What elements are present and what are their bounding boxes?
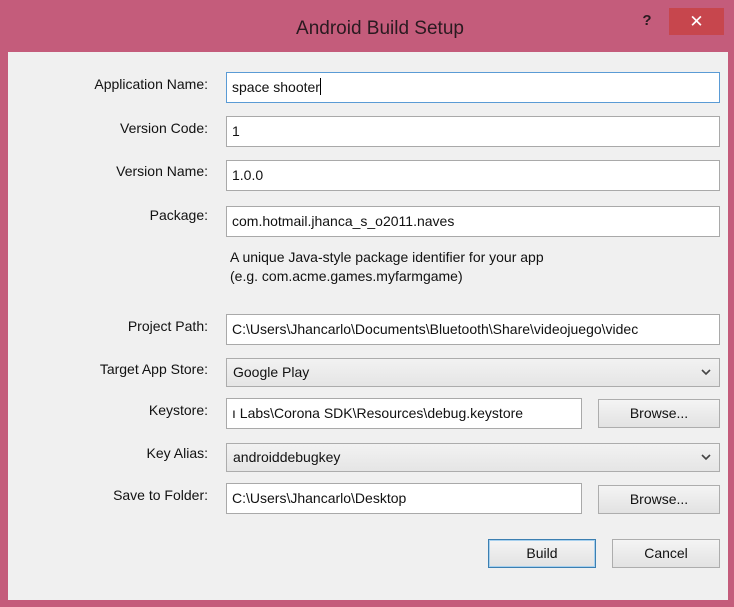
close-icon[interactable]: ✕ [669, 8, 724, 35]
keystore-browse-button[interactable]: Browse... [598, 399, 720, 428]
text-caret [319, 78, 321, 95]
project-path-input[interactable]: C:\Users\Jhancarlo\Documents\Bluetooth\S… [226, 314, 720, 345]
version-code-label: Version Code: [120, 120, 208, 136]
target-store-select[interactable]: Google Play [226, 358, 720, 387]
package-input[interactable]: com.hotmail.jhanca_s_o2011.naves [226, 206, 720, 237]
package-label: Package: [149, 207, 208, 223]
key-alias-label: Key Alias: [146, 445, 208, 461]
save-folder-browse-button[interactable]: Browse... [598, 485, 720, 514]
keystore-label: Keystore: [148, 402, 208, 418]
help-icon[interactable]: ? [632, 8, 662, 34]
app-name-value: space shooter [232, 79, 320, 95]
app-name-input[interactable]: space shooter [226, 72, 720, 103]
app-name-label: Application Name: [94, 76, 208, 92]
title-bar[interactable]: Android Build Setup ? ✕ [0, 0, 734, 52]
key-alias-value: androiddebugkey [233, 449, 341, 465]
window-title: Android Build Setup [296, 18, 464, 39]
dialog-body: Application Name: space shooter Version … [8, 52, 728, 600]
build-setup-window: Android Build Setup ? ✕ Application Name… [0, 0, 734, 607]
save-folder-label: Save to Folder: [113, 487, 208, 503]
package-hint-line1: A unique Java-style package identifier f… [230, 249, 544, 265]
build-button[interactable]: Build [488, 539, 596, 568]
chevron-down-icon [701, 454, 711, 461]
target-store-label: Target App Store: [99, 361, 208, 377]
key-alias-select[interactable]: androiddebugkey [226, 443, 720, 472]
version-name-label: Version Name: [116, 163, 208, 179]
version-name-input[interactable]: 1.0.0 [226, 160, 720, 191]
keystore-input[interactable]: ı Labs\Corona SDK\Resources\debug.keysto… [226, 398, 582, 429]
chevron-down-icon [701, 369, 711, 376]
package-hint-line2: (e.g. com.acme.games.myfarmgame) [230, 268, 463, 284]
cancel-button[interactable]: Cancel [612, 539, 720, 568]
save-folder-input[interactable]: C:\Users\Jhancarlo\Desktop [226, 483, 582, 514]
version-code-input[interactable]: 1 [226, 116, 720, 147]
project-path-label: Project Path: [127, 318, 208, 334]
target-store-value: Google Play [233, 364, 310, 380]
